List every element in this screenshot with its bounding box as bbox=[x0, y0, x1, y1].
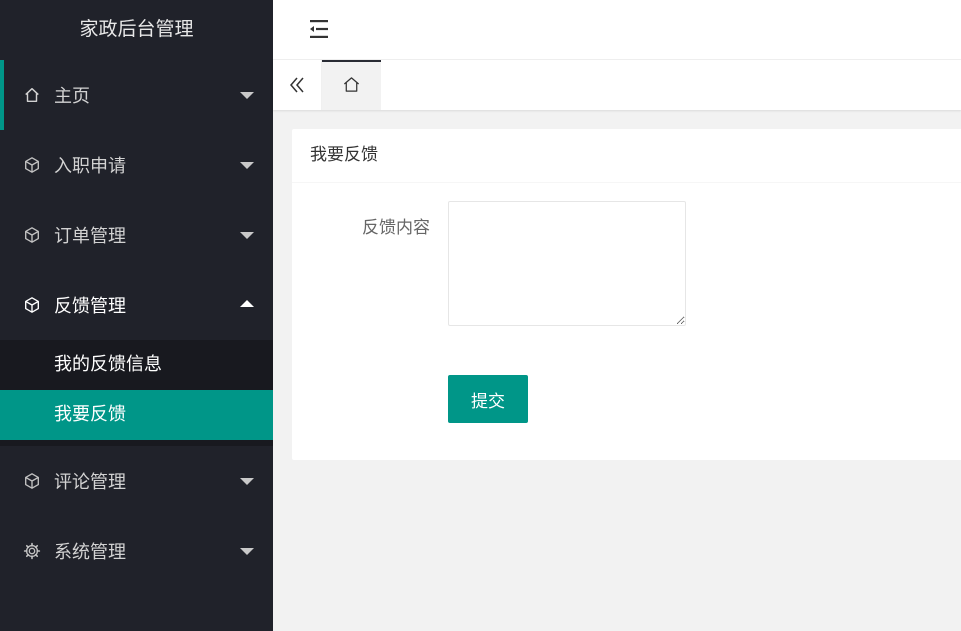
home-icon bbox=[342, 75, 361, 98]
sidebar-subitem-my-feedback[interactable]: 我的反馈信息 bbox=[0, 340, 273, 390]
sidebar-item-system[interactable]: 系统管理 bbox=[0, 516, 273, 586]
feedback-content-input[interactable] bbox=[448, 201, 686, 326]
top-header bbox=[273, 0, 961, 60]
sidebar-item-label: 系统管理 bbox=[54, 542, 126, 563]
sidebar-item-onboarding[interactable]: 入职申请 bbox=[0, 130, 273, 200]
chevron-up-icon bbox=[240, 300, 254, 307]
chevron-down-icon bbox=[240, 232, 254, 239]
sidebar-item-comments[interactable]: 评论管理 bbox=[0, 446, 273, 516]
collapse-menu-icon[interactable] bbox=[307, 18, 331, 40]
sidebar-subitem-submit-feedback[interactable]: 我要反馈 bbox=[0, 390, 273, 440]
feedback-content-label: 反馈内容 bbox=[362, 218, 430, 238]
sidebar-item-orders[interactable]: 订单管理 bbox=[0, 200, 273, 270]
sidebar-item-label: 评论管理 bbox=[54, 472, 126, 493]
double-chevron-left-icon[interactable] bbox=[273, 60, 322, 110]
sidebar-item-label: 入职申请 bbox=[54, 156, 126, 177]
feedback-card: 我要反馈 反馈内容 提交 bbox=[292, 129, 961, 460]
gear-icon bbox=[22, 541, 42, 561]
sidebar-item-label: 主页 bbox=[54, 86, 90, 107]
sidebar-item-label: 订单管理 bbox=[54, 226, 126, 247]
chevron-down-icon bbox=[240, 548, 254, 555]
submit-button[interactable]: 提交 bbox=[448, 375, 528, 423]
cube-icon bbox=[22, 471, 42, 491]
app-title: 家政后台管理 bbox=[79, 18, 194, 40]
home-icon bbox=[22, 85, 42, 105]
sidebar: 家政后台管理 主页 入职申请 订单管理 反馈管理 我的反馈信息 我要反馈 评论管… bbox=[0, 0, 273, 631]
tab-home[interactable] bbox=[322, 60, 381, 110]
sidebar-item-feedback[interactable]: 反馈管理 bbox=[0, 270, 273, 340]
card-title: 我要反馈 bbox=[292, 129, 961, 183]
chevron-down-icon bbox=[240, 162, 254, 169]
feedback-submenu: 我的反馈信息 我要反馈 bbox=[0, 340, 273, 446]
tab-bar bbox=[273, 60, 961, 110]
sidebar-item-label: 反馈管理 bbox=[54, 296, 126, 317]
sidebar-item-home[interactable]: 主页 bbox=[0, 60, 273, 130]
cube-icon bbox=[22, 225, 42, 245]
cube-icon bbox=[22, 295, 42, 315]
cube-icon bbox=[22, 155, 42, 175]
chevron-down-icon bbox=[240, 478, 254, 485]
chevron-down-icon bbox=[240, 92, 254, 99]
